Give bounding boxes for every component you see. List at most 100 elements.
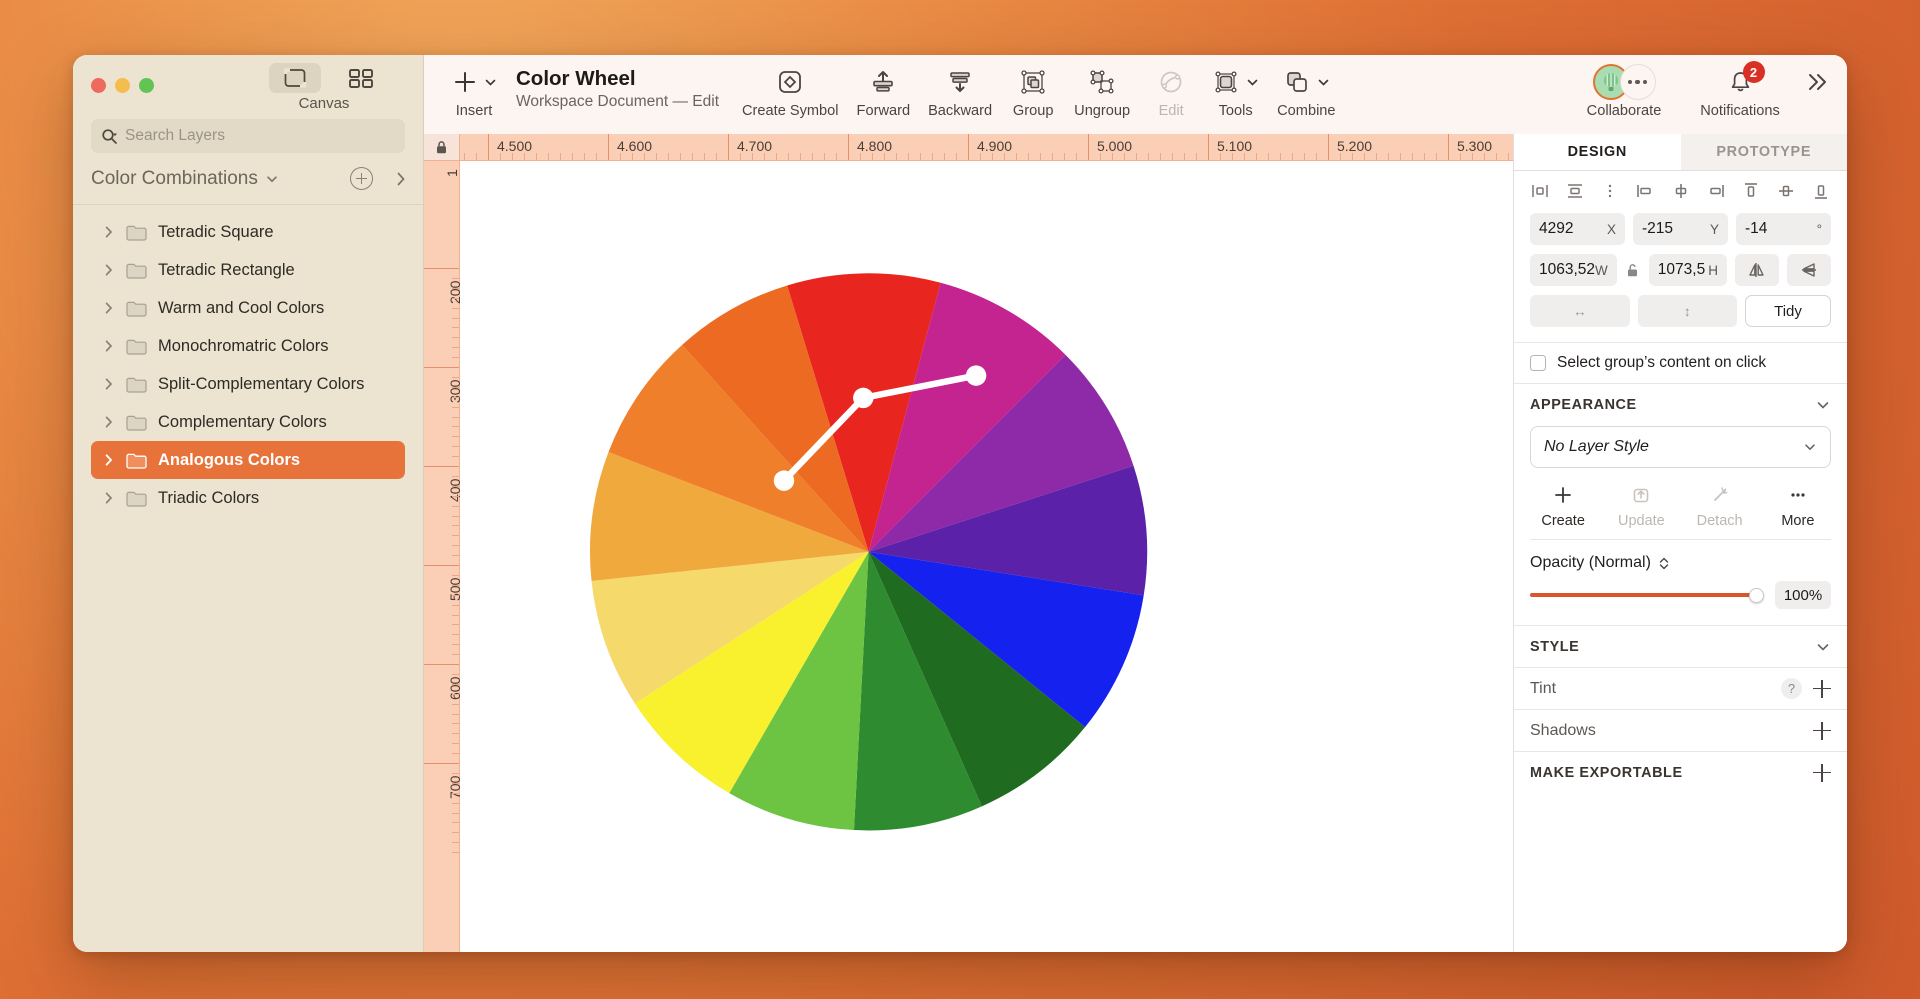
align-end-icon[interactable] xyxy=(1706,181,1726,201)
opacity-value[interactable]: 100% xyxy=(1775,581,1831,609)
layer-row[interactable]: Triadic Colors xyxy=(91,479,405,517)
selection-path-point[interactable] xyxy=(774,470,794,490)
chevron-down-icon[interactable] xyxy=(1246,76,1259,89)
combine-button[interactable]: Combine xyxy=(1268,65,1344,119)
x-field[interactable]: 4292 X xyxy=(1530,213,1625,245)
ruler-minor-tick xyxy=(1136,153,1137,160)
vertical-spacing-field[interactable]: ↕ xyxy=(1638,295,1738,327)
zoom-button[interactable] xyxy=(139,78,154,93)
ruler-minor-tick xyxy=(452,525,459,526)
ruler-label: 4.500 xyxy=(497,138,532,154)
minimize-button[interactable] xyxy=(115,78,130,93)
tint-help-icon[interactable]: ? xyxy=(1781,678,1802,699)
forward-button[interactable]: Forward xyxy=(848,65,920,119)
chevron-down-icon[interactable] xyxy=(265,172,279,186)
search-input[interactable]: Search Layers xyxy=(91,119,405,153)
collaborate-button[interactable]: Collaborate xyxy=(1564,65,1684,119)
add-export-button[interactable] xyxy=(1813,764,1831,782)
more-style-button[interactable]: More xyxy=(1759,484,1837,529)
align-middle-icon[interactable] xyxy=(1671,181,1691,201)
opacity-slider[interactable] xyxy=(1530,588,1764,602)
layer-row[interactable]: Tetradic Rectangle xyxy=(91,251,405,289)
flip-vertical-button[interactable] xyxy=(1787,254,1831,286)
edit-button[interactable]: Edit xyxy=(1139,65,1203,119)
create-symbol-button[interactable]: Create Symbol xyxy=(733,65,848,119)
align-bottom-icon[interactable] xyxy=(1811,181,1831,201)
layer-style-value: No Layer Style xyxy=(1544,438,1649,456)
horizontal-ruler[interactable]: 4.5004.6004.7004.8004.9005.0005.1005.200… xyxy=(424,134,1513,161)
add-tint-button[interactable] xyxy=(1813,680,1831,698)
align-center-horizontal-icon[interactable] xyxy=(1565,181,1585,201)
select-group-checkbox[interactable] xyxy=(1530,355,1546,371)
layer-row[interactable]: Tetradic Square xyxy=(91,213,405,251)
width-field[interactable]: 1063,52 W xyxy=(1530,254,1617,286)
vertical-ruler[interactable]: 1200300400500600700 xyxy=(424,161,460,952)
create-symbol-icon-wrap xyxy=(776,65,804,99)
align-top-icon[interactable] xyxy=(1741,181,1761,201)
color-wheel[interactable] xyxy=(460,161,1513,952)
select-group-content-row[interactable]: Select group’s content on click xyxy=(1514,342,1847,384)
appearance-section-header[interactable]: APPEARANCE xyxy=(1514,384,1847,426)
layer-row[interactable]: Split-Complementary Colors xyxy=(91,365,405,403)
chevron-down-icon[interactable] xyxy=(1815,639,1831,655)
disclosure-chevron-icon[interactable] xyxy=(103,263,115,277)
layer-row[interactable]: Complementary Colors xyxy=(91,403,405,441)
selection-path-point[interactable] xyxy=(853,388,873,408)
layer-style-select[interactable]: No Layer Style xyxy=(1530,426,1831,468)
ruler-minor-tick xyxy=(452,694,459,695)
disclosure-chevron-icon[interactable] xyxy=(103,415,115,429)
distribute-icon[interactable] xyxy=(1600,181,1620,201)
ruler-minor-tick xyxy=(560,153,561,160)
backward-button[interactable]: Backward xyxy=(919,65,1001,119)
group-button[interactable]: Group xyxy=(1001,65,1065,119)
add-shadow-button[interactable] xyxy=(1813,722,1831,740)
layer-row[interactable]: Monochromatric Colors xyxy=(91,327,405,365)
layer-row[interactable]: Warm and Cool Colors xyxy=(91,289,405,327)
toolbar-overflow-button[interactable] xyxy=(1796,65,1847,99)
canvas-view-button[interactable] xyxy=(269,63,321,93)
aspect-lock-button[interactable] xyxy=(1625,263,1641,278)
close-button[interactable] xyxy=(91,78,106,93)
y-field[interactable]: -215 Y xyxy=(1633,213,1728,245)
height-field[interactable]: 1073,5 H xyxy=(1649,254,1727,286)
tab-design[interactable]: DESIGN xyxy=(1514,134,1681,170)
disclosure-chevron-icon[interactable] xyxy=(103,377,115,391)
opacity-knob[interactable] xyxy=(1749,588,1764,603)
tab-prototype[interactable]: PROTOTYPE xyxy=(1681,134,1848,170)
horizontal-spacing-field[interactable]: ↔ xyxy=(1530,295,1630,327)
chevron-down-icon[interactable] xyxy=(484,76,497,89)
layer-row-selected[interactable]: Analogous Colors xyxy=(91,441,405,479)
tidy-button[interactable]: Tidy xyxy=(1745,295,1831,327)
ruler-minor-tick xyxy=(1052,153,1053,160)
disclosure-chevron-icon[interactable] xyxy=(103,225,115,239)
update-style-button[interactable]: Update xyxy=(1602,484,1680,529)
chevron-down-icon[interactable] xyxy=(1317,76,1330,89)
chevron-down-icon[interactable] xyxy=(1815,397,1831,413)
tools-button[interactable]: Tools xyxy=(1203,65,1268,119)
disclosure-chevron-icon[interactable] xyxy=(103,301,115,315)
add-combination-button[interactable] xyxy=(350,167,373,190)
flip-horizontal-button[interactable] xyxy=(1735,254,1779,286)
align-left-icon[interactable] xyxy=(1530,181,1550,201)
create-style-button[interactable]: Create xyxy=(1524,484,1602,529)
style-section-header[interactable]: STYLE xyxy=(1514,625,1847,667)
insert-button[interactable]: Insert xyxy=(442,65,506,119)
rotation-field[interactable]: -14 ° xyxy=(1736,213,1831,245)
align-start-icon[interactable] xyxy=(1635,181,1655,201)
grid-view-button[interactable] xyxy=(335,63,387,93)
align-center-vertical-icon[interactable] xyxy=(1776,181,1796,201)
notifications-button[interactable]: 2 Notifications xyxy=(1684,65,1796,119)
ruler-minor-tick xyxy=(836,153,837,160)
selection-path-point[interactable] xyxy=(966,365,986,385)
canvas-surface[interactable] xyxy=(460,161,1513,952)
ruler-lock-button[interactable] xyxy=(424,134,460,160)
ruler-minor-tick xyxy=(1484,153,1485,160)
disclosure-chevron-icon[interactable] xyxy=(103,453,115,467)
disclosure-chevron-icon[interactable] xyxy=(103,491,115,505)
chevron-right-icon[interactable] xyxy=(393,170,409,188)
detach-style-button[interactable]: Detach xyxy=(1681,484,1759,529)
disclosure-chevron-icon[interactable] xyxy=(103,339,115,353)
collaborators-more-button[interactable] xyxy=(1620,64,1656,100)
stepper-icon[interactable] xyxy=(1658,555,1670,572)
ungroup-button[interactable]: Ungroup xyxy=(1065,65,1139,119)
